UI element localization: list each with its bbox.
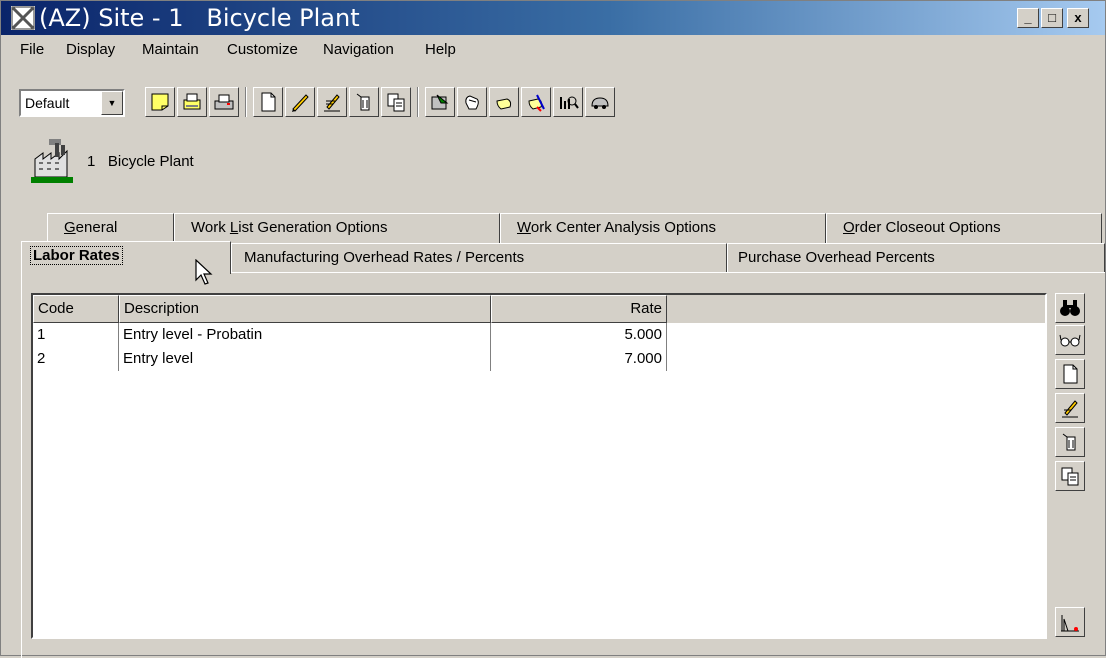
delete-button[interactable]	[349, 87, 379, 117]
menu-customize[interactable]: Customize	[227, 37, 298, 63]
print-button[interactable]	[209, 87, 239, 117]
minimize-button[interactable]: _	[1017, 8, 1039, 28]
graph-icon	[1061, 615, 1079, 632]
app-icon	[11, 6, 35, 30]
view-combo[interactable]: Default ▼	[19, 89, 125, 117]
hand-right-button[interactable]	[489, 87, 519, 117]
entity-name: Bicycle Plant	[107, 153, 194, 170]
tab-order-closeout-options[interactable]: Order Closeout Options	[826, 213, 1102, 243]
tab-labor-rates-label: Labor Rates	[30, 246, 123, 265]
application-window: (AZ) Site - 1 Bicycle Plant _ □ x File D…	[0, 0, 1106, 658]
column-header-code[interactable]: Code	[33, 295, 119, 323]
menu-bar: File Display Maintain Customize Navigati…	[1, 37, 1105, 63]
toolbar: Default ▼	[1, 85, 1105, 121]
cell-rate: 5.000	[491, 323, 667, 347]
cell-rate: 7.000	[491, 347, 667, 371]
menu-help[interactable]: Help	[425, 37, 456, 63]
edit-lines-button[interactable]	[317, 87, 347, 117]
glasses-icon	[1059, 334, 1081, 347]
delete-icon	[356, 93, 370, 111]
navigate-icon	[431, 94, 449, 110]
entity-number: 1	[87, 153, 96, 170]
table-row[interactable]: 2 Entry level 7.000	[33, 347, 673, 371]
edit-pencil-icon	[1062, 400, 1078, 418]
plant-icon	[31, 139, 73, 183]
menu-navigation[interactable]: Navigation	[323, 37, 394, 63]
edit-record-button[interactable]	[1055, 393, 1085, 423]
cell-description: Entry level	[119, 347, 491, 371]
new-record-button[interactable]	[1055, 359, 1085, 389]
binoculars-icon	[1060, 300, 1080, 316]
delete-icon	[1062, 433, 1076, 451]
hand-button[interactable]	[457, 87, 487, 117]
note-icon	[151, 93, 169, 111]
note-button[interactable]	[145, 87, 175, 117]
grid-header: Code Description Rate	[33, 295, 1045, 323]
copy-icon	[387, 93, 405, 112]
navigate-button[interactable]	[425, 87, 455, 117]
find-button[interactable]	[1055, 293, 1085, 323]
tab-general[interactable]: General	[47, 213, 174, 243]
chevron-down-icon[interactable]: ▼	[101, 91, 123, 115]
cell-description: Entry level - Probatin	[119, 323, 491, 347]
view-button[interactable]	[1055, 325, 1085, 355]
toolbar-separator	[245, 87, 247, 117]
view-combo-value: Default	[25, 95, 70, 111]
column-header-description[interactable]: Description	[119, 295, 491, 323]
tab-manufacturing-overhead[interactable]: Manufacturing Overhead Rates / Percents	[231, 243, 727, 273]
folder-print-button[interactable]	[177, 87, 207, 117]
car-icon	[591, 97, 609, 109]
title-bar[interactable]: (AZ) Site - 1 Bicycle Plant _ □ x	[1, 1, 1105, 35]
chart-search-button[interactable]	[553, 87, 583, 117]
new-document-icon	[261, 92, 276, 112]
new-document-icon	[1063, 364, 1078, 384]
maximize-button[interactable]: □	[1041, 8, 1063, 28]
folder-print-icon	[183, 93, 201, 110]
entity-heading: 1 Bicycle Plant	[87, 153, 194, 170]
copy-icon	[1061, 467, 1079, 486]
graph-button[interactable]	[1055, 607, 1085, 637]
toolbar-separator	[417, 87, 419, 117]
copy-button[interactable]	[381, 87, 411, 117]
printer-icon	[214, 94, 234, 110]
menu-display[interactable]: Display	[66, 37, 115, 63]
column-header-rate[interactable]: Rate	[491, 295, 667, 323]
hand-icon	[465, 95, 479, 110]
pencil-icon	[292, 94, 309, 112]
tab-purchase-overhead-percents[interactable]: Purchase Overhead Percents	[727, 243, 1105, 273]
window-title: (AZ) Site - 1 Bicycle Plant	[39, 4, 360, 32]
edit-pencil-icon	[324, 94, 340, 112]
labor-rates-grid[interactable]: Code Description Rate 1 Entry level - Pr…	[31, 293, 1047, 639]
cell-code: 1	[33, 323, 119, 347]
table-row[interactable]: 1 Entry level - Probatin 5.000	[33, 323, 673, 347]
delete-record-button[interactable]	[1055, 427, 1085, 457]
menu-maintain[interactable]: Maintain	[142, 37, 199, 63]
edit-button[interactable]	[285, 87, 315, 117]
mouse-cursor-icon	[195, 259, 213, 285]
car-button[interactable]	[585, 87, 615, 117]
chart-search-icon	[560, 96, 579, 109]
hand-right-icon	[496, 98, 512, 110]
hand-cursor-icon	[528, 94, 545, 112]
cell-code: 2	[33, 347, 119, 371]
hand-cursor-button[interactable]	[521, 87, 551, 117]
tab-work-center-analysis-options[interactable]: Work Center Analysis Options	[500, 213, 826, 243]
close-button[interactable]: x	[1067, 8, 1089, 28]
tab-label: Manufacturing Overhead Rates / Percents	[244, 249, 525, 266]
menu-file[interactable]: File	[20, 37, 44, 63]
tab-label: Purchase Overhead Percents	[738, 249, 935, 266]
copy-record-button[interactable]	[1055, 461, 1085, 491]
tab-work-list-generation-options[interactable]: Work List Generation Options	[174, 213, 500, 243]
new-button[interactable]	[253, 87, 283, 117]
